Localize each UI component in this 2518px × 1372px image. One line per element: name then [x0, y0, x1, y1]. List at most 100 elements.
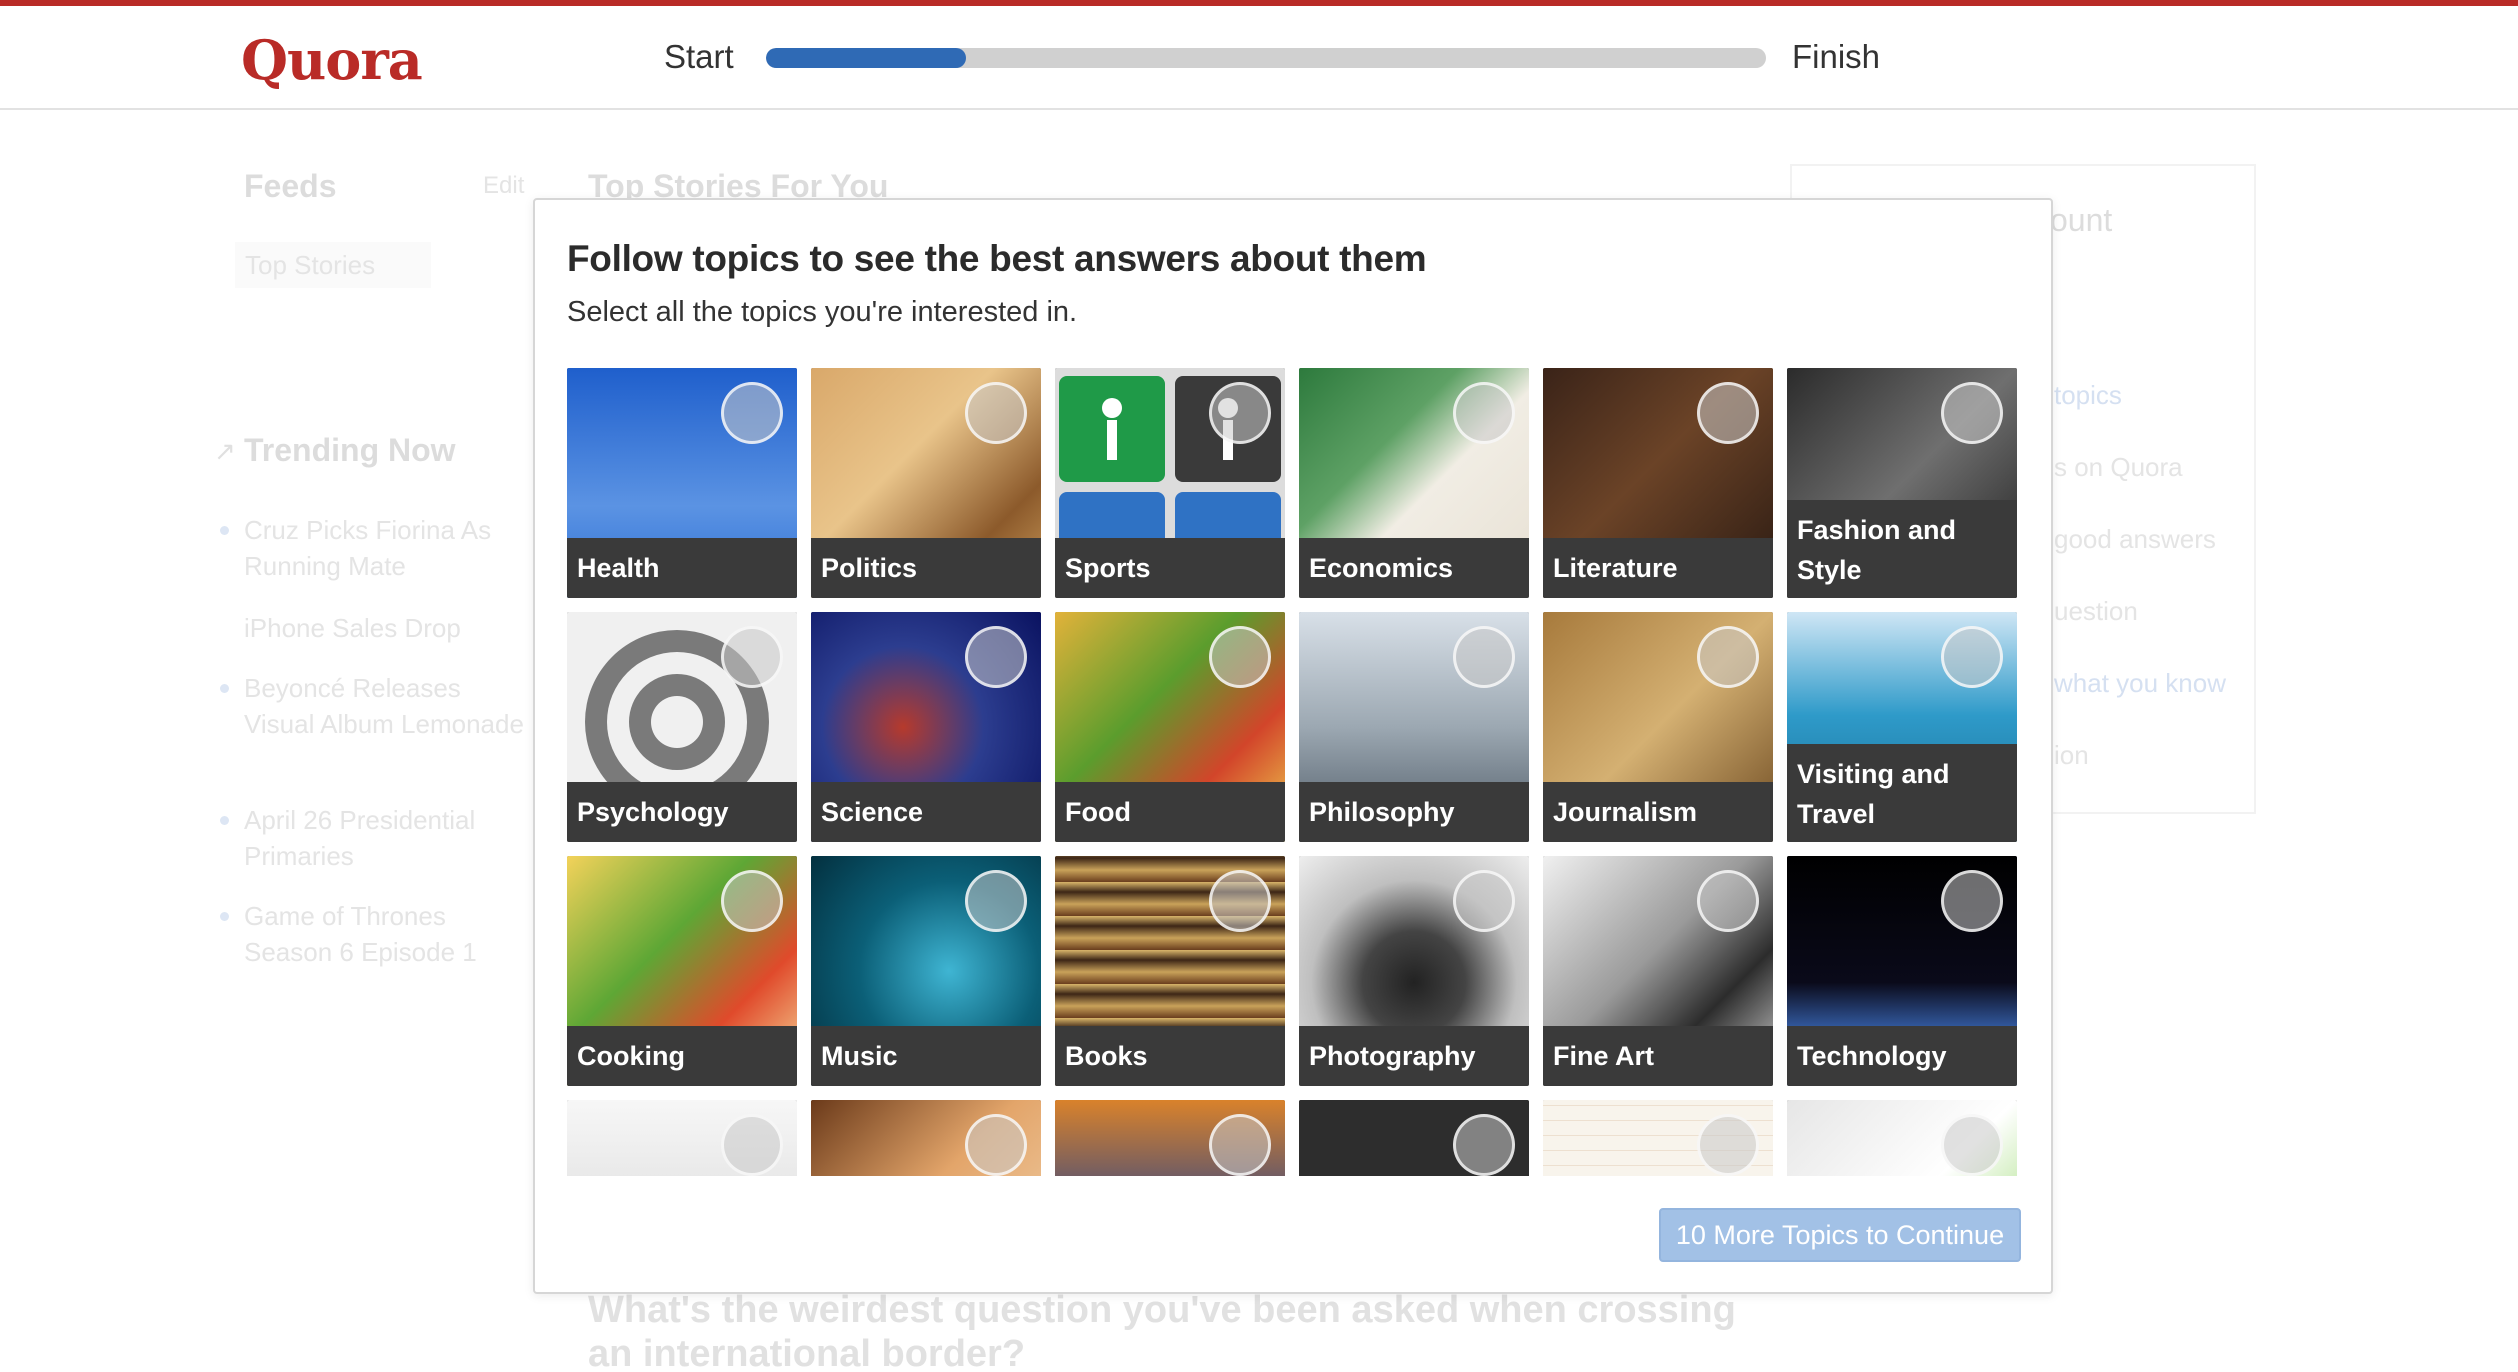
topic-tile-literature[interactable]: Literature	[1543, 368, 1773, 598]
topic-label: Fashion and Style	[1787, 500, 2017, 598]
topic-tile-philosophy[interactable]: Philosophy	[1299, 612, 1529, 842]
topic-label: Philosophy	[1299, 782, 1529, 842]
topic-tile-technology[interactable]: Technology	[1787, 856, 2017, 1086]
trending-item: Beyoncé Releases Visual Album Lemonade	[220, 670, 524, 742]
topic-label: Books	[1055, 1026, 1285, 1086]
bullet-icon	[220, 816, 229, 825]
background-question: What's the weirdest question you've been…	[588, 1289, 1736, 1372]
topic-tile-music[interactable]: Music	[811, 856, 1041, 1086]
topic-tile-fine-art[interactable]: Fine Art	[1543, 856, 1773, 1086]
select-circle-icon[interactable]	[1453, 870, 1515, 932]
right-panel-title: ount	[2050, 202, 2113, 238]
trending-item: iPhone Sales Drop	[244, 610, 524, 646]
select-circle-icon[interactable]	[721, 870, 783, 932]
topic-grid: Health Politics Sports Economics Literat…	[567, 368, 2019, 1176]
select-circle-icon[interactable]	[1453, 382, 1515, 444]
feed-item-top-stories: Top Stories	[235, 242, 431, 288]
feeds-heading: Feeds	[244, 168, 337, 204]
trending-heading: Trending Now	[244, 432, 456, 468]
select-circle-icon[interactable]	[965, 870, 1027, 932]
bullet-icon	[220, 912, 229, 921]
topic-label: Music	[811, 1026, 1041, 1086]
topic-tile-journalism[interactable]: Journalism	[1543, 612, 1773, 842]
select-circle-icon[interactable]	[1697, 1114, 1759, 1176]
topic-label: Sports	[1055, 538, 1285, 598]
right-panel-line: good answers	[2054, 524, 2216, 554]
select-circle-icon[interactable]	[721, 1114, 783, 1176]
topic-tile-science[interactable]: Science	[811, 612, 1041, 842]
trending-item-label: Game of Thrones Season 6 Episode 1	[244, 901, 477, 967]
bullet-icon	[220, 684, 229, 693]
topic-tile-partial[interactable]	[1055, 1100, 1285, 1176]
top-bar: Quora Start Finish	[0, 0, 2518, 110]
topic-tile-partial[interactable]	[567, 1100, 797, 1176]
topic-tile-fashion-and-style[interactable]: Fashion and Style	[1787, 368, 2017, 598]
select-circle-icon[interactable]	[1209, 870, 1271, 932]
topic-label: Literature	[1543, 538, 1773, 598]
progress-finish-label: Finish	[1792, 38, 1881, 75]
topic-tile-food[interactable]: Food	[1055, 612, 1285, 842]
topic-label: Psychology	[567, 782, 797, 842]
topic-tile-cooking[interactable]: Cooking	[567, 856, 797, 1086]
topic-tile-photography[interactable]: Photography	[1299, 856, 1529, 1086]
topic-tile-partial[interactable]	[1299, 1100, 1529, 1176]
right-panel-line: s on Quora	[2054, 452, 2183, 482]
select-circle-icon[interactable]	[965, 382, 1027, 444]
select-circle-icon[interactable]	[1941, 1114, 2003, 1176]
select-circle-icon[interactable]	[1697, 382, 1759, 444]
topic-label: Food	[1055, 782, 1285, 842]
topic-label: Science	[811, 782, 1041, 842]
onboarding-progress-bar	[766, 48, 1766, 68]
topic-tile-sports[interactable]: Sports	[1055, 368, 1285, 598]
select-circle-icon[interactable]	[1697, 626, 1759, 688]
select-circle-icon[interactable]	[1209, 626, 1271, 688]
select-circle-icon[interactable]	[1453, 1114, 1515, 1176]
select-circle-icon[interactable]	[1697, 870, 1759, 932]
topic-label: Cooking	[567, 1026, 797, 1086]
select-circle-icon[interactable]	[1941, 626, 2003, 688]
progress-start-label: Start	[664, 38, 734, 75]
topic-label: Photography	[1299, 1026, 1529, 1086]
trending-item-label: Cruz Picks Fiorina As Running Mate	[244, 515, 492, 581]
topic-label: Technology	[1787, 1026, 2017, 1086]
feeds-edit-link: Edit	[483, 172, 525, 199]
right-panel-line: ion	[2054, 740, 2089, 770]
topic-tile-partial[interactable]	[1787, 1100, 2017, 1176]
bullet-icon	[220, 526, 229, 535]
continue-button[interactable]: 10 More Topics to Continue	[1659, 1208, 2021, 1262]
select-circle-icon[interactable]	[1209, 1114, 1271, 1176]
trending-item: Game of Thrones Season 6 Episode 1	[220, 898, 524, 970]
follow-topics-modal: Follow topics to see the best answers ab…	[533, 198, 2053, 1294]
topic-grid-scroll[interactable]: Health Politics Sports Economics Literat…	[567, 368, 2019, 1176]
topic-tile-economics[interactable]: Economics	[1299, 368, 1529, 598]
topic-tile-politics[interactable]: Politics	[811, 368, 1041, 598]
topic-tile-psychology[interactable]: Psychology	[567, 612, 797, 842]
select-circle-icon[interactable]	[1453, 626, 1515, 688]
trending-item-label: April 26 Presidential Primaries	[244, 805, 476, 871]
right-panel-line: topics	[2054, 380, 2122, 410]
topic-tile-visiting-and-travel[interactable]: Visiting and Travel	[1787, 612, 2017, 842]
select-circle-icon[interactable]	[965, 626, 1027, 688]
select-circle-icon[interactable]	[965, 1114, 1027, 1176]
select-circle-icon[interactable]	[1941, 870, 2003, 932]
topic-label: Health	[567, 538, 797, 598]
topic-label: Journalism	[1543, 782, 1773, 842]
progress-fill	[766, 48, 966, 68]
quora-logo[interactable]: Quora	[241, 28, 423, 92]
topic-label: Visiting and Travel	[1787, 744, 2017, 842]
select-circle-icon[interactable]	[721, 626, 783, 688]
topic-label: Fine Art	[1543, 1026, 1773, 1086]
trending-icon: ↗	[214, 436, 236, 466]
select-circle-icon[interactable]	[1941, 382, 2003, 444]
trending-item: April 26 Presidential Primaries	[220, 802, 524, 874]
topic-tile-partial[interactable]	[1543, 1100, 1773, 1176]
topic-tile-books[interactable]: Books	[1055, 856, 1285, 1086]
modal-title: Follow topics to see the best answers ab…	[567, 238, 1427, 279]
topic-tile-health[interactable]: Health	[567, 368, 797, 598]
right-panel-line: uestion	[2054, 596, 2138, 626]
select-circle-icon[interactable]	[1209, 382, 1271, 444]
topic-tile-partial[interactable]	[811, 1100, 1041, 1176]
trending-item: Cruz Picks Fiorina As Running Mate	[220, 512, 524, 584]
select-circle-icon[interactable]	[721, 382, 783, 444]
trending-item-label: Beyoncé Releases Visual Album Lemonade	[244, 673, 524, 739]
